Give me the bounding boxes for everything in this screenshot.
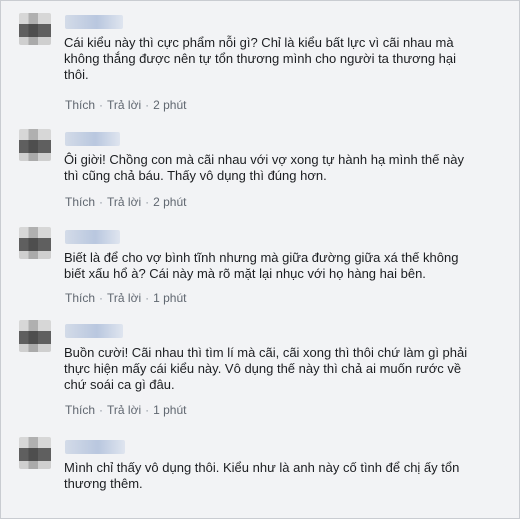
comments-panel: Cái kiểu này thì cực phẩm nỗi gì? Chỉ là… (0, 0, 520, 519)
like-link[interactable]: Thích (65, 291, 95, 305)
timestamp[interactable]: 2 phút (153, 98, 186, 112)
avatar[interactable] (19, 320, 51, 352)
comment-bubble: Mình chỉ thấy vô dụng thôi. Kiểu như là … (55, 460, 510, 498)
avatar[interactable] (19, 227, 51, 259)
commenter-name[interactable] (65, 15, 123, 29)
commenter-name[interactable] (65, 324, 123, 338)
like-link[interactable]: Thích (65, 195, 95, 209)
comment-bubble: Biết là để cho vợ bình tĩnh nhưng mà giữ… (55, 250, 510, 288)
commenter-name[interactable] (65, 440, 125, 454)
comment-text: Biết là để cho vợ bình tĩnh nhưng mà giữ… (64, 250, 459, 281)
separator: · (145, 403, 150, 417)
comment-text: Mình chỉ thấy vô dụng thôi. Kiểu như là … (64, 460, 460, 491)
timestamp[interactable]: 2 phút (153, 195, 186, 209)
comment-actions: Thích · Trả lời · 1 phút (65, 291, 186, 305)
comment-text: Ôi giời! Chồng con mà cãi nhau với vợ xo… (64, 152, 464, 183)
comment-actions: Thích · Trả lời · 1 phút (65, 403, 186, 417)
commenter-name[interactable] (65, 230, 120, 244)
timestamp[interactable]: 1 phút (153, 291, 186, 305)
avatar[interactable] (19, 437, 51, 469)
separator: · (99, 291, 104, 305)
comment-bubble: Buồn cười! Cãi nhau thì tìm lí mà cãi, c… (55, 345, 510, 401)
separator: · (99, 98, 104, 112)
separator: · (99, 403, 104, 417)
comment-actions: Thích · Trả lời · 2 phút (65, 98, 186, 112)
comment-text: Cái kiểu này thì cực phẩm nỗi gì? Chỉ là… (64, 35, 457, 82)
comment-bubble: Ôi giời! Chồng con mà cãi nhau với vợ xo… (55, 152, 510, 190)
separator: · (145, 291, 150, 305)
avatar[interactable] (19, 129, 51, 161)
reply-link[interactable]: Trả lời (107, 98, 141, 112)
like-link[interactable]: Thích (65, 403, 95, 417)
separator: · (145, 195, 150, 209)
like-link[interactable]: Thích (65, 98, 95, 112)
avatar[interactable] (19, 13, 51, 45)
comment-actions: Thích · Trả lời · 2 phút (65, 195, 186, 209)
reply-link[interactable]: Trả lời (107, 291, 141, 305)
commenter-name[interactable] (65, 132, 120, 146)
reply-link[interactable]: Trả lời (107, 403, 141, 417)
separator: · (99, 195, 104, 209)
timestamp[interactable]: 1 phút (153, 403, 186, 417)
comment-bubble: Cái kiểu này thì cực phẩm nỗi gì? Chỉ là… (55, 35, 510, 91)
separator: · (145, 98, 150, 112)
reply-link[interactable]: Trả lời (107, 195, 141, 209)
comment-text: Buồn cười! Cãi nhau thì tìm lí mà cãi, c… (64, 345, 468, 392)
